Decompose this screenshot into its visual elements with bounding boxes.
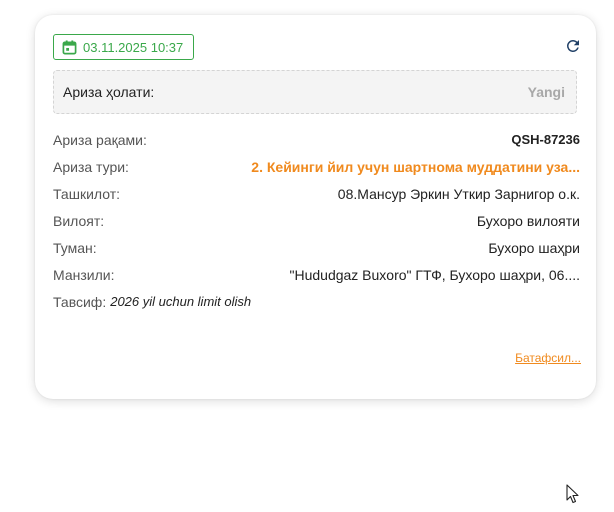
field-label: Туман: xyxy=(53,239,97,256)
mouse-pointer-icon xyxy=(566,484,580,509)
field-label: Ташкилот: xyxy=(53,185,120,202)
field-label: Вилоят: xyxy=(53,212,105,229)
date-badge: 03.11.2025 10:37 xyxy=(53,34,195,60)
description-label: Тавсиф: xyxy=(53,293,107,310)
field-value: Бухоро шаҳри xyxy=(488,239,580,256)
field-address: Манзили: "Hududgaz Buxoro" ГТФ, Бухоро ш… xyxy=(53,261,580,288)
field-value: Бухоро вилояти xyxy=(476,212,580,229)
field-organization: Ташкилот: 08.Мансур Эркин Уткир Зарнигор… xyxy=(53,180,580,207)
field-label: Ариза тури: xyxy=(53,158,129,175)
status-box: Ариза ҳолати: Yangi xyxy=(53,70,577,114)
status-value: Yangi xyxy=(527,84,565,100)
status-label: Ариза ҳолати: xyxy=(63,84,155,100)
field-value: 2. Кейинги йил учун шартнома муддатини у… xyxy=(251,158,580,175)
field-value: 08.Мансур Эркин Уткир Зарнигор о.к. xyxy=(337,185,580,202)
field-application-number: Ариза рақами: QSH-87236 xyxy=(53,126,580,153)
description-value: 2026 yil uchun limit olish xyxy=(110,294,252,309)
field-label: Ариза рақами: xyxy=(53,131,147,148)
field-label: Манзили: xyxy=(53,266,115,283)
field-district: Туман: Бухоро шаҳри xyxy=(53,234,580,261)
calendar-icon xyxy=(62,39,77,55)
date-text: 03.11.2025 10:37 xyxy=(83,39,184,55)
field-value: "Hududgaz Buxoro" ГТФ, Бухоро шаҳри, 06.… xyxy=(289,266,581,283)
details-list: Ариза рақами: QSH-87236 Ариза тури: 2. К… xyxy=(53,126,580,315)
refresh-icon[interactable] xyxy=(564,37,582,55)
field-description: Тавсиф: 2026 yil uchun limit olish xyxy=(53,288,580,315)
field-value: QSH-87236 xyxy=(511,132,580,147)
application-card: 03.11.2025 10:37 Ариза ҳолати: Yangi Ари… xyxy=(35,15,596,399)
details-link[interactable]: Батафсил... xyxy=(515,351,581,365)
field-region: Вилоят: Бухоро вилояти xyxy=(53,207,580,234)
field-application-type: Ариза тури: 2. Кейинги йил учун шартнома… xyxy=(53,153,580,180)
